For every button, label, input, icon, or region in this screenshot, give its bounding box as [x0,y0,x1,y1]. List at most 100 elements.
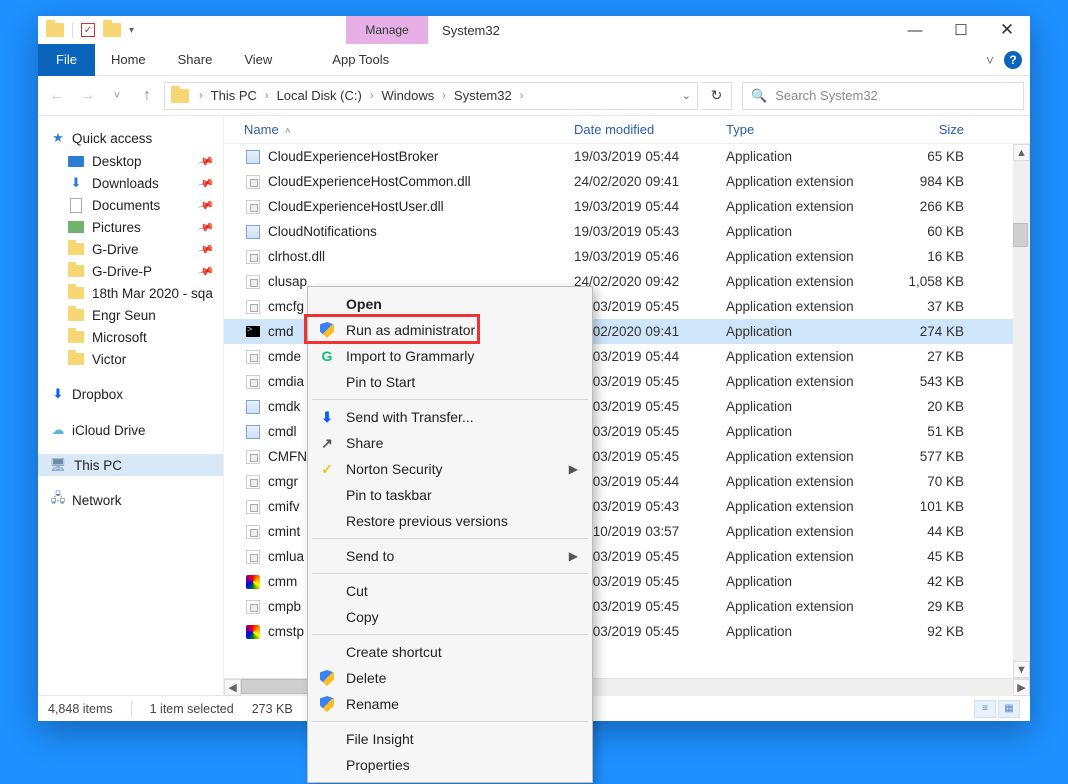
sidebar-item[interactable]: Microsoft [38,326,223,348]
address-dropdown-icon[interactable]: ⌄ [682,89,691,102]
column-headers[interactable]: Name˄ Date modified Type Size [224,116,1030,144]
separator [72,22,73,38]
dll-icon [246,300,260,314]
ribbon-chevron-icon[interactable]: ˅ [986,52,994,68]
sidebar-network[interactable]: 🖧 Network [38,488,223,512]
file-date: 19/03/2019 05:45 [574,299,726,314]
file-type: Application extension [726,499,892,514]
chevron-right-icon[interactable]: › [261,90,273,102]
context-menu-item[interactable]: Send to▶ [308,543,592,569]
sidebar-item[interactable]: Victor [38,348,223,370]
context-menu-item[interactable]: Open [308,291,592,317]
scroll-thumb[interactable] [1013,223,1028,247]
sidebar-item[interactable]: G-Drive📌 [38,238,223,260]
back-button[interactable]: ← [44,83,70,109]
status-selection: 1 item selected [150,702,234,716]
context-menu-item[interactable]: Run as administrator [308,317,592,343]
context-menu-item[interactable]: Cut [308,578,592,604]
context-menu-item[interactable]: Restore previous versions [308,508,592,534]
file-size: 266 KB [892,199,964,214]
app-tools-tab[interactable]: App Tools [316,44,405,76]
file-type: Application extension [726,349,892,364]
details-view-button[interactable]: ≡ [974,700,996,718]
file-type: Application extension [726,374,892,389]
context-menu-item[interactable]: Delete [308,665,592,691]
scroll-up-icon[interactable]: ▲ [1013,144,1030,161]
chevron-right-icon[interactable]: › [438,90,450,102]
up-button[interactable]: ↑ [134,83,160,109]
context-menu-item[interactable]: Rename [308,691,592,717]
sidebar-item[interactable]: Engr Seun [38,304,223,326]
sidebar-item[interactable]: ⬇Downloads📌 [38,172,223,194]
file-row[interactable]: CloudExperienceHostBroker19/03/2019 05:4… [224,144,1030,169]
maximize-button[interactable]: ☐ [938,16,984,44]
file-size: 274 KB [892,324,964,339]
breadcrumb[interactable]: Local Disk (C:) [275,88,364,103]
breadcrumb[interactable]: This PC [209,88,259,103]
sidebar-item[interactable]: Pictures📌 [38,216,223,238]
sidebar-item[interactable]: G-Drive-P📌 [38,260,223,282]
address-bar[interactable]: › This PC›Local Disk (C:)›Windows›System… [164,82,698,110]
sidebar-item[interactable]: 18th Mar 2020 - sqa [38,282,223,304]
scroll-down-icon[interactable]: ▼ [1013,661,1030,678]
qat-chevron-icon[interactable]: ▾ [129,25,134,36]
breadcrumb[interactable]: System32 [452,88,514,103]
new-folder-qat-icon[interactable] [103,23,121,37]
file-tab[interactable]: File [38,44,95,76]
search-box[interactable]: 🔍 Search System32 [742,82,1024,110]
recent-locations-button[interactable]: ˅ [104,83,130,109]
context-menu-item[interactable]: ↗Share [308,430,592,456]
context-menu-item[interactable]: File Insight [308,726,592,752]
tab-share[interactable]: Share [162,44,229,76]
scroll-left-icon[interactable]: ◀ [224,679,241,696]
context-menu-item[interactable]: Create shortcut [308,639,592,665]
column-size[interactable]: Size [892,122,964,137]
close-button[interactable]: ✕ [984,16,1030,44]
chevron-right-icon[interactable]: › [366,90,378,102]
vertical-scrollbar[interactable]: ▲ ▼ [1013,144,1030,678]
tab-view[interactable]: View [228,44,288,76]
sort-asc-icon: ˄ [285,126,291,137]
context-menu-item[interactable]: ✓Norton Security▶ [308,456,592,482]
chevron-right-icon[interactable]: › [516,90,528,102]
sidebar-dropbox[interactable]: ⬇ Dropbox [38,382,223,406]
column-name[interactable]: Name˄ [244,122,574,137]
context-menu-item[interactable]: Pin to Start [308,369,592,395]
dll-icon [246,475,260,489]
sidebar-this-pc[interactable]: 🖥 This PC [38,454,223,476]
context-menu-item[interactable]: GImport to Grammarly [308,343,592,369]
sidebar-icloud[interactable]: ☁ iCloud Drive [38,418,223,442]
scroll-right-icon[interactable]: ▶ [1013,679,1030,696]
context-menu-item[interactable]: ⬇Send with Transfer... [308,404,592,430]
column-date[interactable]: Date modified [574,122,726,137]
cmd-icon [246,326,260,337]
help-icon[interactable]: ? [1004,51,1022,69]
column-type[interactable]: Type [726,122,892,137]
manage-contextual-tab[interactable]: Manage [346,16,428,44]
context-menu-item[interactable]: Properties [308,752,592,778]
file-row[interactable]: clrhost.dll19/03/2019 05:46Application e… [224,244,1030,269]
breadcrumb[interactable]: Windows [380,88,437,103]
minimize-button[interactable]: — [892,16,938,44]
title-bar: ✓ ▾ Manage System32 — ☐ ✕ [38,16,1030,44]
context-menu-item[interactable]: Copy [308,604,592,630]
sidebar-item[interactable]: Desktop📌 [38,150,223,172]
context-menu-label: Pin to Start [346,374,415,390]
icons-view-button[interactable]: ▦ [998,700,1020,718]
file-date: 19/03/2019 05:45 [574,624,726,639]
context-menu-item[interactable]: Pin to taskbar [308,482,592,508]
file-row[interactable]: CloudNotifications19/03/2019 05:43Applic… [224,219,1030,244]
forward-button[interactable]: → [74,83,100,109]
sidebar-item[interactable]: Documents📌 [38,194,223,216]
file-type: Application extension [726,174,892,189]
file-row[interactable]: CloudExperienceHostCommon.dll24/02/2020 … [224,169,1030,194]
refresh-button[interactable]: ↻ [702,82,732,110]
pin-icon: 📌 [197,152,215,170]
file-size: 16 KB [892,249,964,264]
tab-home[interactable]: Home [95,44,162,76]
file-date: 19/03/2019 05:45 [574,599,726,614]
file-row[interactable]: CloudExperienceHostUser.dll19/03/2019 05… [224,194,1030,219]
properties-qat-icon[interactable]: ✓ [81,23,95,37]
file-size: 1,058 KB [892,274,964,289]
sidebar-quick-access[interactable]: ★ Quick access [38,126,223,150]
